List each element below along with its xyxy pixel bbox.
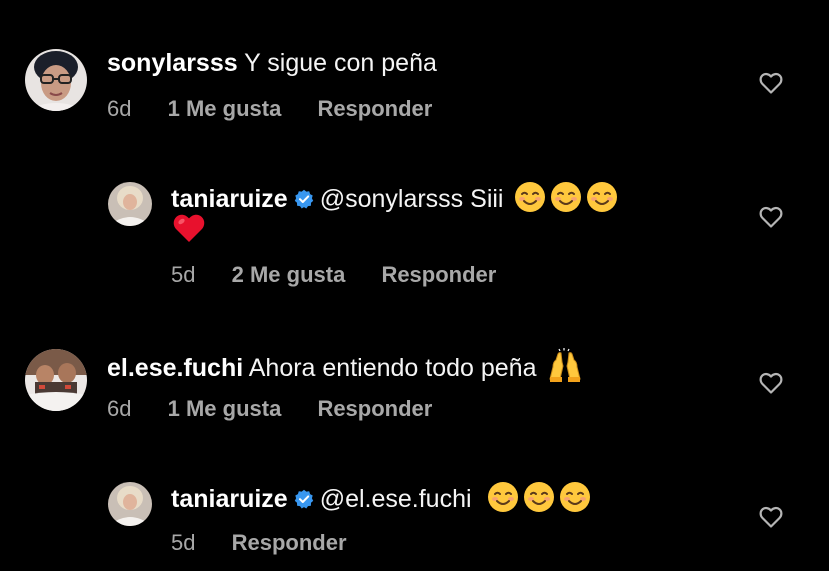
likes-count-button[interactable]: 1 Me gusta (168, 396, 282, 421)
avatar[interactable] (25, 49, 87, 111)
comment-text: Siii (470, 185, 504, 213)
mention-link[interactable]: @el.ese.fuchi (320, 485, 472, 513)
username-link[interactable]: taniaruize (171, 485, 288, 513)
avatar[interactable] (108, 482, 152, 526)
comment-meta: 6d 1 Me gusta Responder (107, 96, 432, 122)
comment-text-line: sonylarsss Y sigue con peña (107, 48, 437, 78)
avatar[interactable] (108, 182, 152, 226)
like-heart-icon[interactable] (759, 206, 783, 233)
timestamp[interactable]: 5d (171, 530, 195, 555)
comment-meta: 6d 1 Me gusta Responder (107, 396, 432, 422)
username-link[interactable]: taniaruize (171, 185, 288, 213)
smiling-face-emoji (514, 181, 546, 220)
reply-button[interactable]: Responder (317, 396, 432, 421)
smiling-face-emoji (586, 181, 618, 220)
reply-button[interactable]: Responder (381, 262, 496, 287)
comment-text: Ahora entiendo todo peña (248, 354, 537, 382)
username-link[interactable]: el.ese.fuchi (107, 354, 243, 382)
smiling-face-emoji (523, 481, 555, 520)
like-heart-icon[interactable] (759, 506, 783, 533)
timestamp[interactable]: 6d (107, 96, 131, 121)
comment-text-line: taniaruize @sonylarsss Siii (171, 181, 618, 220)
raising-hands-emoji (547, 348, 583, 389)
username-link[interactable]: sonylarsss (107, 49, 238, 77)
comment-meta: 5d Responder (171, 530, 347, 556)
comment-text: Y sigue con peña (244, 49, 437, 77)
like-heart-icon[interactable] (759, 372, 783, 399)
timestamp[interactable]: 5d (171, 262, 195, 287)
comment-meta: 5d 2 Me gusta Responder (171, 262, 496, 288)
avatar[interactable] (25, 349, 87, 411)
comment-text-line: el.ese.fuchi Ahora entiendo todo peña (107, 348, 583, 389)
like-heart-icon[interactable] (759, 72, 783, 99)
likes-count-button[interactable]: 1 Me gusta (168, 96, 282, 121)
verified-badge-icon (294, 486, 314, 516)
smiling-face-emoji (559, 481, 591, 520)
likes-count-button[interactable]: 2 Me gusta (232, 262, 346, 287)
comment-text-line: taniaruize @el.ese.fuchi (171, 481, 591, 520)
reply-button[interactable]: Responder (232, 530, 347, 555)
red-heart-emoji (172, 212, 206, 249)
timestamp[interactable]: 6d (107, 396, 131, 421)
mention-link[interactable]: @sonylarsss (320, 185, 463, 213)
smiling-face-emoji (487, 481, 519, 520)
smiling-face-emoji (550, 181, 582, 220)
reply-button[interactable]: Responder (317, 96, 432, 121)
verified-badge-icon (294, 186, 314, 216)
